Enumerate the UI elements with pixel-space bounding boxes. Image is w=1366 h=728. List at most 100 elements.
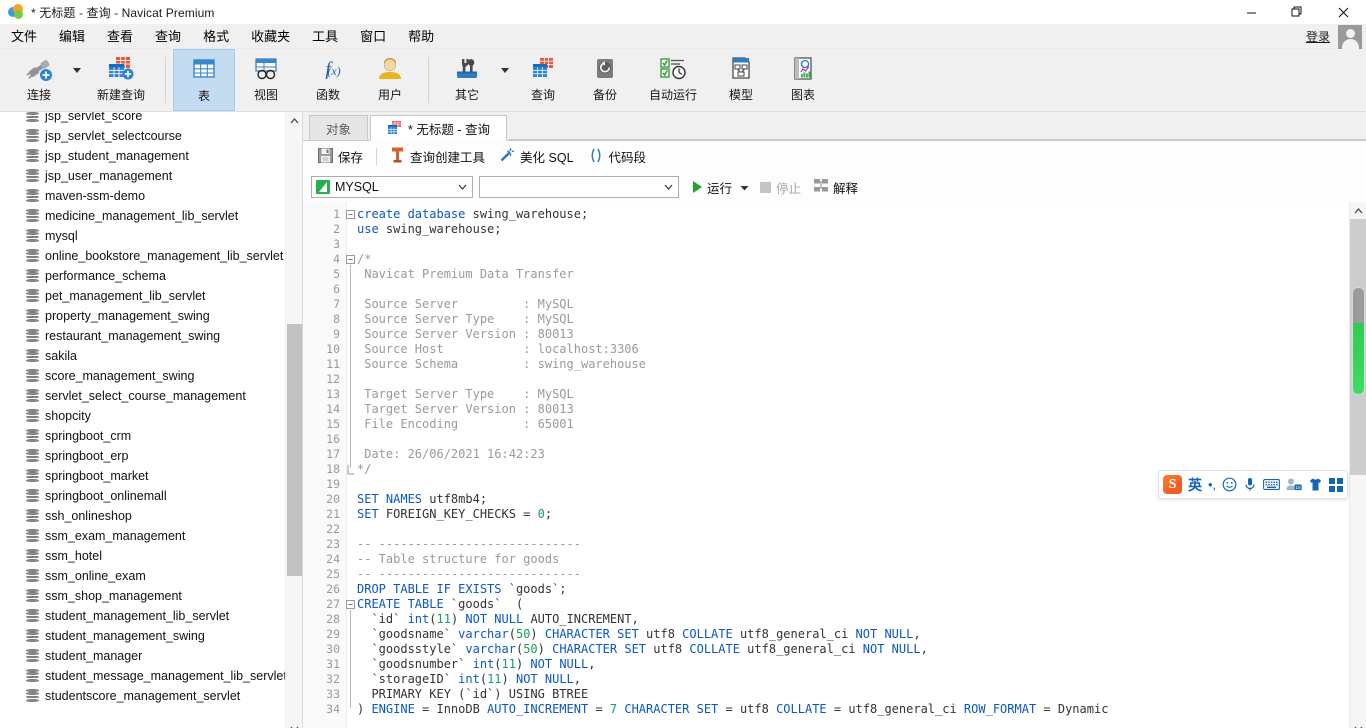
database-tree-item[interactable]: ssm_shop_management: [0, 586, 302, 606]
microphone-icon[interactable]: [1243, 477, 1257, 492]
database-tree-item[interactable]: medicine_management_lib_servlet: [0, 206, 302, 226]
database-tree-item[interactable]: ssm_exam_management: [0, 526, 302, 546]
menu-view[interactable]: 查看: [96, 25, 144, 48]
database-tree-item[interactable]: ssm_hotel: [0, 546, 302, 566]
database-tree-item[interactable]: property_management_swing: [0, 306, 302, 326]
sogou-ime-toolbar[interactable]: S 英 •, 18: [1158, 470, 1349, 499]
emoji-icon[interactable]: [1222, 477, 1237, 492]
ribbon-other[interactable]: 其它: [436, 49, 498, 111]
database-name-label: student_management_lib_servlet: [45, 609, 230, 623]
menu-help[interactable]: 帮助: [397, 25, 445, 48]
database-tree-item[interactable]: online_bookstore_management_lib_servlet: [0, 246, 302, 266]
sogou-logo-icon[interactable]: S: [1163, 475, 1182, 494]
editor-scroll-down-icon[interactable]: [1350, 720, 1366, 728]
tab-objects[interactable]: 对象: [309, 115, 369, 140]
database-tree-item[interactable]: student_management_swing: [0, 626, 302, 646]
save-button[interactable]: 保存: [311, 145, 370, 169]
beautify-sql-button[interactable]: 美化 SQL: [492, 145, 581, 169]
sidebar-scroll-down-icon[interactable]: [286, 720, 302, 728]
ribbon-query[interactable]: 查询: [512, 49, 574, 111]
database-tree-item[interactable]: ssm_online_exam: [0, 566, 302, 586]
database-tree-item[interactable]: shopcity: [0, 406, 302, 426]
menu-query[interactable]: 查询: [144, 25, 192, 48]
code-line: File Encoding : 65001: [357, 417, 574, 431]
run-button[interactable]: 运行: [685, 175, 754, 199]
run-dropdown-caret-icon[interactable]: [740, 180, 749, 194]
code-snippet-button[interactable]: 代码段: [581, 145, 654, 169]
tab-query[interactable]: * 无标题 - 查询: [370, 115, 507, 141]
connection-select[interactable]: MYSQL: [311, 176, 473, 198]
backup-icon: [590, 54, 620, 84]
database-tree-item[interactable]: student_manager: [0, 646, 302, 666]
menu-format[interactable]: 格式: [192, 25, 240, 48]
close-button[interactable]: [1320, 0, 1366, 24]
menu-file[interactable]: 文件: [0, 25, 48, 48]
database-tree-item[interactable]: mysql: [0, 226, 302, 246]
database-tree-item[interactable]: springboot_erp: [0, 446, 302, 466]
database-tree-item[interactable]: sakila: [0, 346, 302, 366]
database-tree-item[interactable]: servlet_select_course_management: [0, 386, 302, 406]
ime-mode-toggle[interactable]: 英: [1188, 475, 1202, 495]
ribbon-view[interactable]: 视图: [235, 49, 297, 111]
skin-icon[interactable]: [1308, 477, 1323, 492]
ribbon-automation[interactable]: 自动运行: [636, 49, 710, 111]
database-tree-item[interactable]: jsp_student_management: [0, 146, 302, 166]
menu-edit[interactable]: 编辑: [48, 25, 96, 48]
explain-button[interactable]: 解释: [807, 175, 864, 199]
ribbon-chart[interactable]: 图表: [772, 49, 834, 111]
database-tree-item[interactable]: student_message_management_lib_servlet: [0, 666, 302, 686]
menu-favorites[interactable]: 收藏夹: [240, 25, 301, 48]
database-tree-item[interactable]: jsp_user_management: [0, 166, 302, 186]
toolbox-icon[interactable]: 18: [1286, 477, 1302, 492]
sidebar-scroll-thumb[interactable]: [287, 324, 302, 576]
sidebar-scroll-up-icon[interactable]: [286, 112, 302, 129]
code-snippet-label: 代码段: [608, 151, 647, 165]
maximize-button[interactable]: [1274, 0, 1320, 24]
database-tree-item[interactable]: score_management_swing: [0, 366, 302, 386]
editor-scrollbar[interactable]: [1349, 202, 1366, 728]
database-tree-item[interactable]: studentscore_management_servlet: [0, 686, 302, 706]
sidebar-scrollbar[interactable]: [285, 112, 302, 728]
ribbon-model[interactable]: 模型: [710, 49, 772, 111]
keyboard-icon[interactable]: [1263, 478, 1281, 491]
ribbon-backup[interactable]: 备份: [574, 49, 636, 111]
database-tree-item[interactable]: pet_management_lib_servlet: [0, 286, 302, 306]
ribbon-table-label: 表: [197, 89, 210, 103]
editor-scroll-thumb[interactable]: [1352, 287, 1365, 395]
database-tree-item[interactable]: maven-ssm-demo: [0, 186, 302, 206]
connection-dropdown-caret-icon[interactable]: [70, 49, 84, 111]
database-tree-item[interactable]: performance_schema: [0, 266, 302, 286]
database-tree-item[interactable]: student_management_lib_servlet: [0, 606, 302, 626]
line-number: 28: [326, 612, 340, 626]
apps-icon[interactable]: [1329, 477, 1344, 492]
database-tree-item[interactable]: springboot_market: [0, 466, 302, 486]
database-select[interactable]: [479, 176, 679, 198]
minimize-button[interactable]: [1228, 0, 1274, 24]
database-icon: [26, 169, 39, 183]
database-tree-item[interactable]: springboot_crm: [0, 426, 302, 446]
database-tree-item[interactable]: springboot_onlinemall: [0, 486, 302, 506]
login-link[interactable]: 登录: [1306, 28, 1330, 45]
database-tree-item[interactable]: ssh_onlineshop: [0, 506, 302, 526]
ribbon-user[interactable]: 用户: [359, 49, 421, 111]
database-tree-item[interactable]: jsp_servlet_selectcourse: [0, 126, 302, 146]
ribbon-connection[interactable]: 连接: [8, 49, 70, 111]
other-dropdown-caret-icon[interactable]: [498, 49, 512, 111]
line-number: 22: [326, 522, 340, 536]
menu-tools[interactable]: 工具: [301, 25, 349, 48]
menu-window[interactable]: 窗口: [349, 25, 397, 48]
database-tree-item[interactable]: jsp_servlet_score: [0, 112, 302, 126]
ime-punctuation-toggle[interactable]: •,: [1208, 477, 1216, 492]
query-builder-button[interactable]: 查询创建工具: [383, 145, 492, 169]
sql-code[interactable]: create database swing_warehouse; use swin…: [347, 202, 1349, 728]
ribbon-function[interactable]: f (x) 函数: [297, 49, 359, 111]
editor-scroll-up-icon[interactable]: [1350, 202, 1366, 219]
stop-button: 停止: [754, 175, 807, 199]
sql-editor[interactable]: 1−2 3 4−5 6 7 8 9 10 11 12 13 14 15 16 17 18 19 20 21 22 23 2…: [303, 202, 1366, 728]
ribbon-separator: [165, 57, 166, 103]
ribbon-new-query[interactable]: 新建查询: [84, 49, 158, 111]
avatar[interactable]: [1338, 24, 1362, 49]
ribbon-table[interactable]: 表: [173, 49, 235, 111]
database-name-label: springboot_erp: [45, 449, 129, 463]
database-tree-item[interactable]: restaurant_management_swing: [0, 326, 302, 346]
